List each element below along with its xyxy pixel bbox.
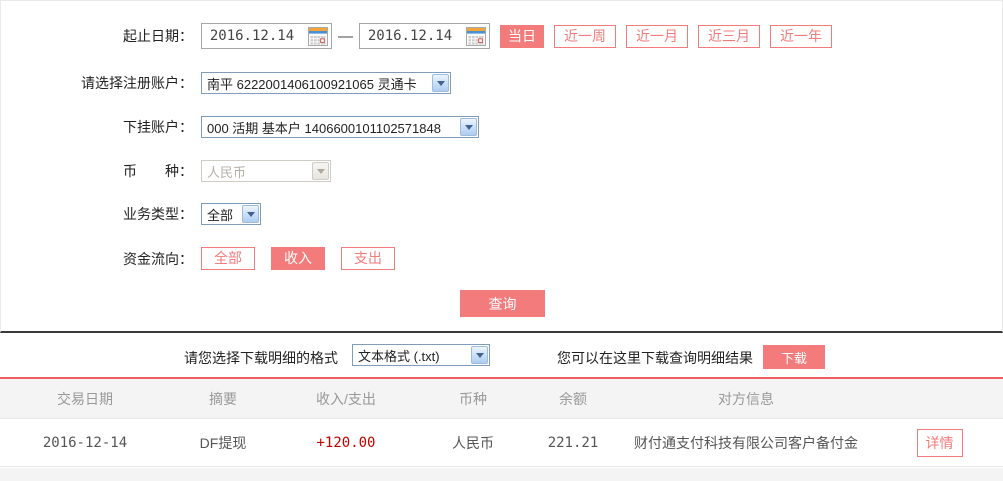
quick-range-3month-button[interactable]: 近三月 bbox=[698, 24, 760, 48]
chevron-down-icon bbox=[312, 162, 329, 180]
register-account-row: 请选择注册账户： 南平 6222001406100921065 灵通卡 bbox=[1, 72, 451, 94]
header-currency: 币种 bbox=[459, 390, 487, 407]
footer-band bbox=[0, 468, 1003, 481]
business-type-value: 全部 bbox=[207, 207, 234, 223]
fund-flow-expense-button[interactable]: 支出 bbox=[341, 247, 395, 270]
currency-label: 币 种： bbox=[123, 163, 193, 179]
quick-range-week-button[interactable]: 近一周 bbox=[554, 24, 616, 48]
table-header-row: 交易日期 摘要 收入/支出 币种 余额 对方信息 bbox=[0, 379, 1003, 419]
business-type-label: 业务类型： bbox=[123, 206, 193, 222]
sub-account-row: 下挂账户： 000 活期 基本户 1406600101102571848 bbox=[1, 116, 479, 138]
fund-flow-label: 资金流向： bbox=[123, 250, 193, 267]
cell-counterparty: 财付通支付科技有限公司客户备付金 bbox=[634, 435, 858, 451]
register-account-value: 南平 6222001406100921065 灵通卡 bbox=[207, 76, 417, 92]
header-amount: 收入/支出 bbox=[316, 390, 376, 407]
quick-range-month-button[interactable]: 近一月 bbox=[626, 24, 688, 48]
download-hint-text: 您可以在这里下载查询明细结果 bbox=[557, 350, 753, 366]
date-range-label: 起止日期： bbox=[123, 28, 193, 44]
header-balance: 余额 bbox=[559, 390, 587, 407]
business-type-row: 业务类型： 全部 bbox=[1, 203, 261, 225]
query-button[interactable]: 查询 bbox=[460, 290, 545, 317]
currency-value: 人民币 bbox=[207, 164, 247, 180]
query-form-panel: 起止日期： — bbox=[0, 0, 1003, 333]
date-separator: — bbox=[338, 27, 353, 45]
sub-account-value: 000 活期 基本户 1406600101102571848 bbox=[207, 120, 441, 136]
header-date: 交易日期 bbox=[57, 390, 113, 407]
cell-date: 2016-12-14 bbox=[42, 435, 128, 451]
fund-flow-income-button[interactable]: 收入 bbox=[271, 247, 325, 270]
register-account-select[interactable]: 南平 6222001406100921065 灵通卡 bbox=[201, 72, 451, 94]
quick-range-year-button[interactable]: 近一年 bbox=[770, 24, 832, 48]
download-format-label: 请您选择下载明细的格式 bbox=[184, 350, 338, 366]
calendar-icon[interactable] bbox=[308, 27, 328, 46]
cell-currency: 人民币 bbox=[452, 435, 494, 451]
quick-range-today-button[interactable]: 当日 bbox=[500, 24, 544, 48]
download-format-select[interactable]: 文本格式 (.txt) bbox=[352, 344, 490, 366]
sub-account-label: 下挂账户： bbox=[123, 119, 193, 135]
chevron-down-icon[interactable] bbox=[471, 346, 488, 364]
header-summary: 摘要 bbox=[209, 390, 237, 407]
download-format-value: 文本格式 (.txt) bbox=[358, 348, 440, 364]
business-type-select[interactable]: 全部 bbox=[201, 203, 261, 225]
detail-button[interactable]: 详情 bbox=[916, 429, 963, 457]
header-counterparty: 对方信息 bbox=[718, 390, 774, 407]
download-button[interactable]: 下载 bbox=[763, 345, 825, 369]
cell-balance: 221.21 bbox=[547, 435, 599, 451]
transaction-query-page: 起止日期： — bbox=[0, 0, 1003, 481]
register-account-label: 请选择注册账户： bbox=[81, 75, 193, 91]
chevron-down-icon[interactable] bbox=[432, 74, 449, 92]
cell-summary: DF提现 bbox=[199, 435, 247, 451]
end-date-field[interactable] bbox=[359, 23, 490, 49]
cell-amount: +120.00 bbox=[316, 435, 376, 451]
table-row: 2016-12-14 DF提现 +120.00 人民币 221.21 财付通支付… bbox=[0, 420, 1003, 467]
currency-row: 币 种： 人民币 bbox=[1, 160, 331, 182]
fund-flow-all-button[interactable]: 全部 bbox=[201, 247, 255, 270]
start-date-field[interactable] bbox=[201, 23, 332, 49]
end-date-input[interactable] bbox=[360, 28, 460, 44]
chevron-down-icon[interactable] bbox=[460, 118, 477, 136]
calendar-icon[interactable] bbox=[466, 27, 486, 46]
start-date-input[interactable] bbox=[202, 28, 302, 44]
currency-select: 人民币 bbox=[201, 160, 331, 182]
chevron-down-icon[interactable] bbox=[242, 205, 259, 223]
fund-flow-row: 资金流向： 全部 收入 支出 bbox=[1, 247, 411, 270]
date-range-row: 起止日期： — bbox=[1, 23, 832, 49]
sub-account-select[interactable]: 000 活期 基本户 1406600101102571848 bbox=[201, 116, 479, 138]
